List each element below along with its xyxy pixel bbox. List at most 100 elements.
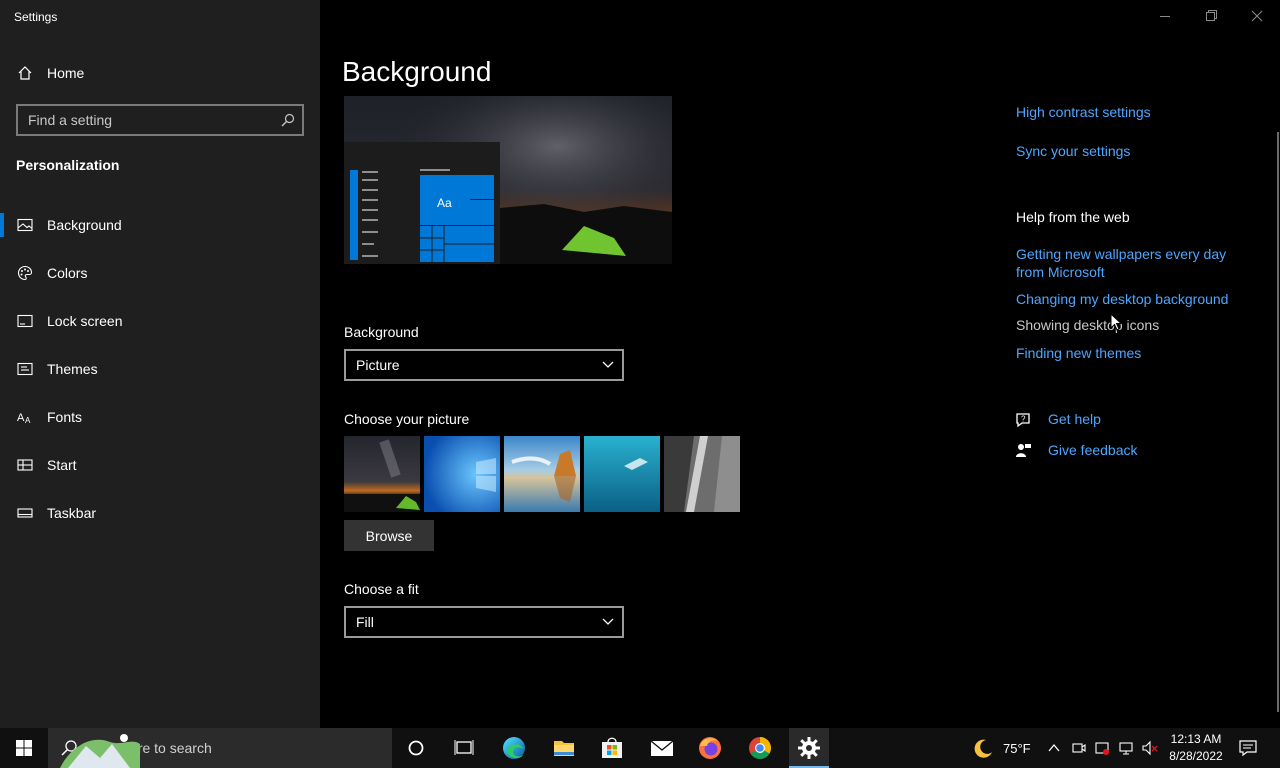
search-highlight-illustration-icon (60, 734, 140, 768)
close-button[interactable] (1234, 0, 1280, 32)
picture-icon (17, 218, 33, 232)
task-view-icon (454, 740, 474, 755)
lock-screen-icon (17, 314, 33, 328)
help-link-desktop-background[interactable]: Changing my desktop background (1016, 290, 1246, 308)
microsoft-store-button[interactable] (592, 728, 632, 768)
search-icon[interactable] (281, 113, 295, 127)
background-label: Background (344, 324, 419, 340)
help-from-web-heading: Help from the web (1016, 209, 1130, 225)
weather-temperature[interactable]: 75°F (1003, 741, 1031, 756)
cortana-button[interactable] (396, 728, 436, 768)
notifications-icon[interactable] (1238, 739, 1258, 757)
start-icon (17, 459, 33, 471)
night-sky-tent-thumbnail (344, 436, 420, 512)
chrome-icon (749, 737, 771, 759)
windows-blue-thumbnail (424, 436, 500, 512)
minimize-button[interactable] (1142, 0, 1188, 32)
high-contrast-settings-link[interactable]: High contrast settings (1016, 103, 1246, 121)
security-alert-icon[interactable] (1094, 740, 1110, 756)
start-button[interactable] (0, 728, 48, 768)
sidebar: Settings Home Personalization Background… (0, 0, 320, 728)
cortana-icon (408, 740, 424, 756)
chevron-down-icon (602, 361, 614, 368)
sidebar-item-taskbar[interactable]: Taskbar (0, 493, 320, 533)
volume-muted-icon[interactable] (1141, 740, 1159, 756)
browse-button[interactable]: Browse (344, 520, 434, 551)
taskbar-clock[interactable]: 12:13 AM 8/28/2022 (1166, 731, 1226, 765)
choose-fit-label: Choose a fit (344, 581, 419, 597)
close-icon (1251, 10, 1263, 22)
settings-search-input[interactable] (28, 111, 278, 129)
sidebar-item-background[interactable]: Background (0, 205, 320, 245)
get-help-icon: ? (1016, 413, 1030, 428)
home-nav-item[interactable]: Home (0, 56, 320, 90)
taskbar: Type here to search 75°F 12:13 AM 8/28/2… (0, 728, 1280, 768)
rock-cliff-thumbnail (664, 436, 740, 512)
file-explorer-button[interactable] (544, 728, 584, 768)
meet-now-icon[interactable] (1071, 740, 1087, 756)
folder-icon (554, 741, 574, 756)
chrome-button[interactable] (740, 728, 780, 768)
gear-icon (798, 737, 820, 759)
task-view-button[interactable] (444, 728, 484, 768)
fonts-icon: A A (17, 412, 31, 425)
clock-date: 8/28/2022 (1169, 749, 1223, 763)
svg-text:A: A (17, 412, 25, 424)
sidebar-item-label: Themes (47, 361, 98, 377)
fit-dropdown[interactable]: Fill (344, 606, 624, 638)
give-feedback-label: Give feedback (1048, 442, 1138, 458)
picture-thumbnail-3[interactable] (504, 436, 580, 512)
sidebar-item-label: Taskbar (47, 505, 97, 521)
preview-wallpaper (344, 96, 672, 264)
restore-icon (1206, 10, 1217, 21)
firefox-icon (699, 737, 721, 759)
settings-search-box[interactable] (16, 104, 304, 136)
chevron-up-icon[interactable] (1047, 742, 1061, 754)
weather-moon-icon[interactable] (972, 737, 994, 759)
palette-icon (17, 265, 33, 281)
taskbar-icon (17, 508, 33, 518)
taskbar-search-box[interactable]: Type here to search (48, 728, 392, 768)
sidebar-item-themes[interactable]: Themes (0, 349, 320, 389)
scrollbar[interactable] (1277, 132, 1279, 712)
edge-app-button[interactable] (494, 728, 534, 768)
page-title: Background (342, 56, 492, 87)
main-content: Background Aa Background Picture Choose … (320, 0, 1280, 728)
home-icon (18, 66, 32, 80)
sidebar-item-colors[interactable]: Colors (0, 253, 320, 293)
maximize-button[interactable] (1188, 0, 1234, 32)
beach-rocks-thumbnail (504, 436, 580, 512)
sidebar-item-label: Background (47, 217, 122, 233)
help-link-wallpapers[interactable]: Getting new wallpapers every day from Mi… (1016, 245, 1246, 281)
picture-thumbnail-1[interactable] (344, 436, 420, 512)
help-link-new-themes[interactable]: Finding new themes (1016, 344, 1246, 362)
get-help-label: Get help (1048, 411, 1101, 427)
mouse-cursor (1110, 313, 1123, 331)
app-title: Settings (14, 10, 58, 24)
sidebar-item-start[interactable]: Start (0, 445, 320, 485)
sidebar-item-label: Fonts (47, 409, 83, 425)
edge-icon (503, 737, 525, 759)
sidebar-item-lock-screen[interactable]: Lock screen (0, 301, 320, 341)
mail-app-button[interactable] (642, 728, 682, 768)
mail-icon (650, 740, 674, 756)
sync-settings-link[interactable]: Sync your settings (1016, 142, 1246, 160)
picture-thumbnail-4[interactable] (584, 436, 660, 512)
firefox-button[interactable] (690, 728, 730, 768)
underwater-swimmer-thumbnail (584, 436, 660, 512)
store-icon (602, 737, 622, 758)
preview-tile-text: Aa (437, 196, 452, 210)
background-type-dropdown[interactable]: Picture (344, 349, 624, 381)
sidebar-item-fonts[interactable]: A A Fonts (0, 397, 320, 437)
settings-app-button[interactable] (789, 728, 829, 768)
fit-value: Fill (356, 614, 374, 630)
minimize-icon (1160, 16, 1170, 17)
section-title: Personalization (16, 157, 120, 173)
svg-text:A: A (25, 416, 31, 425)
picture-thumbnail-5[interactable] (664, 436, 740, 512)
network-icon[interactable] (1118, 740, 1134, 756)
help-link-desktop-icons[interactable]: Showing desktop icons (1016, 317, 1159, 333)
picture-thumbnail-2[interactable] (424, 436, 500, 512)
sidebar-item-label: Colors (47, 265, 88, 281)
brush-icon (17, 362, 33, 376)
